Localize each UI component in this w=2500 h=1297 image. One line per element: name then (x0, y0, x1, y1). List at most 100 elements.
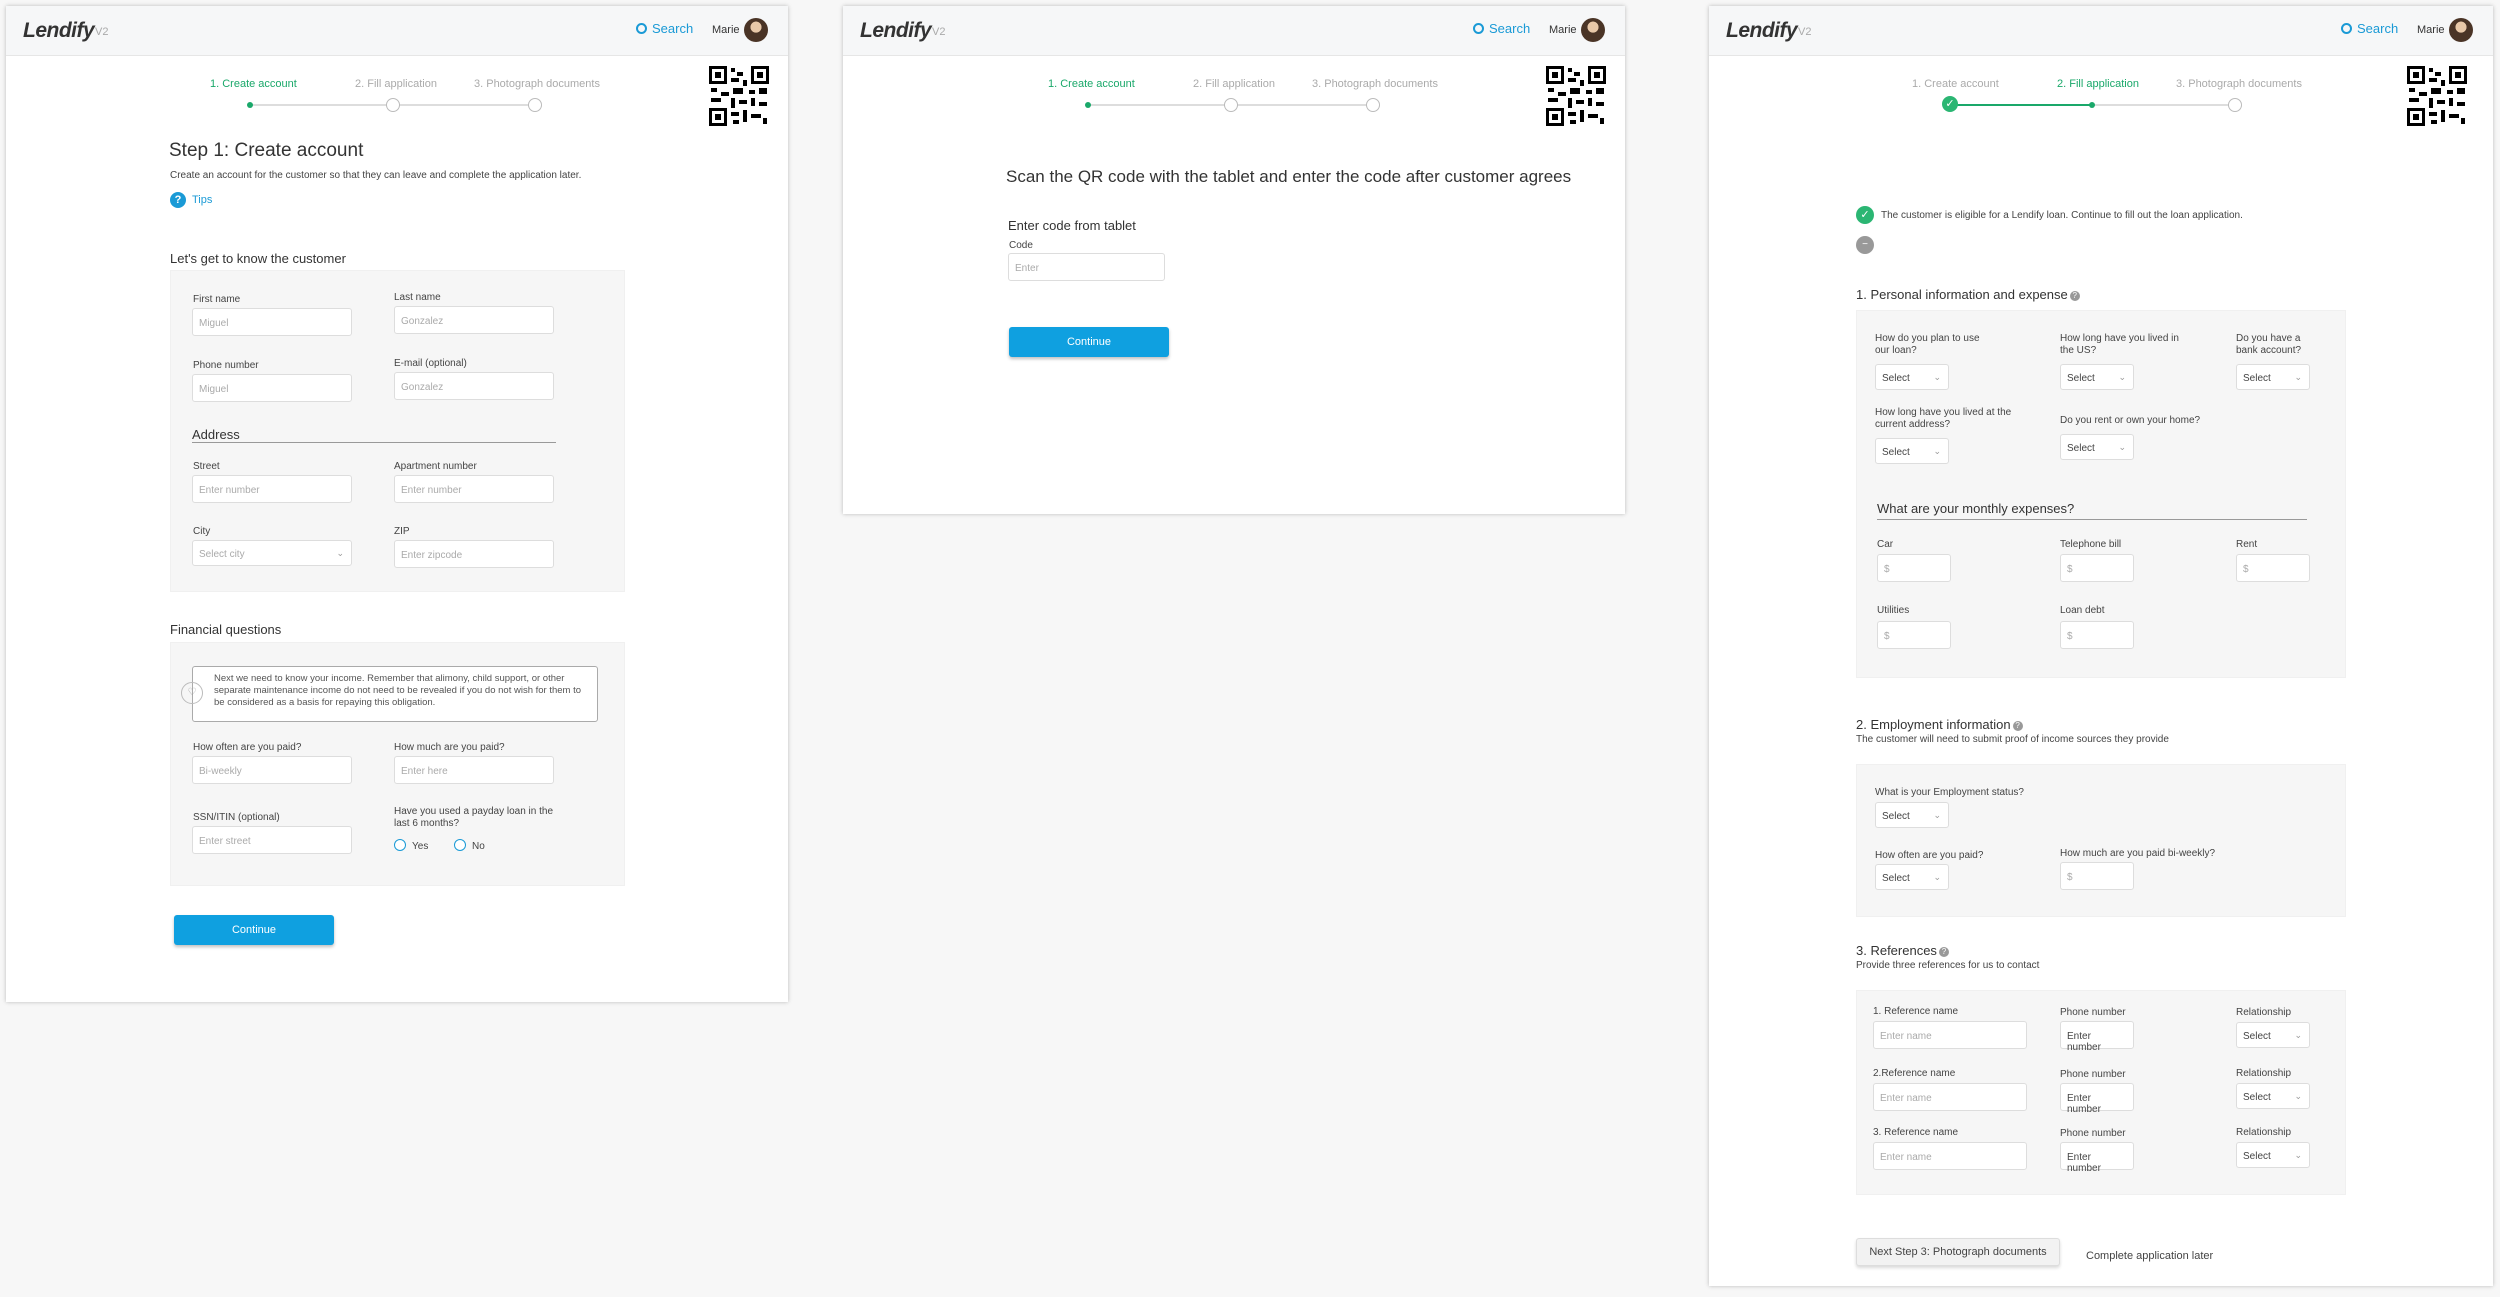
city-select[interactable]: Select city ⌄ (192, 540, 352, 566)
bank-account-select[interactable]: Select ⌄ (2236, 364, 2310, 390)
ssn-label: SSN/ITIN (optional) (193, 812, 280, 823)
rent-own-select[interactable]: Select ⌄ (2060, 434, 2134, 460)
loan-debt-field[interactable]: $ (2060, 621, 2134, 649)
reference-2-phone-label: Phone number (2060, 1069, 2126, 1080)
tips-link[interactable]: Tips (192, 194, 212, 206)
continue-button[interactable]: Continue (1009, 327, 1169, 357)
employment-status-select[interactable]: Select ⌄ (1875, 802, 1949, 828)
progress-line-done (1950, 104, 2092, 106)
car-label: Car (1877, 539, 1894, 550)
chevron-down-icon: ⌄ (1933, 446, 1941, 456)
step-3-label[interactable]: 3. Photograph documents (2176, 78, 2302, 90)
reference-2-name-field[interactable]: Enter name (1873, 1083, 2027, 1111)
no-label[interactable]: No (472, 841, 485, 853)
step-2-label[interactable]: 2. Fill application (355, 78, 437, 90)
phone-field[interactable]: Miguel (192, 374, 352, 402)
step-3-label[interactable]: 3. Photograph documents (1312, 78, 1438, 90)
last-name-label: Last name (394, 292, 441, 303)
search-button[interactable]: Search (1473, 21, 1530, 36)
help-icon[interactable]: ? (2069, 290, 2080, 301)
utilities-field[interactable]: $ (1877, 621, 1951, 649)
first-name-field[interactable]: Miguel (192, 308, 352, 336)
search-button[interactable]: Search (2341, 21, 2398, 36)
help-icon[interactable]: ? (2012, 720, 2023, 731)
continue-button[interactable]: Continue (174, 915, 334, 945)
avatar[interactable] (744, 18, 768, 42)
reference-1-relationship-select[interactable]: Select ⌄ (2236, 1022, 2310, 1048)
email-field[interactable]: Gonzalez (394, 372, 554, 400)
biweekly-pay-label: How much are you paid bi-weekly? (2060, 848, 2216, 859)
address-duration-select[interactable]: Select ⌄ (1875, 438, 1949, 464)
telephone-field[interactable]: $ (2060, 554, 2134, 582)
loan-debt-label: Loan debt (2060, 605, 2105, 616)
step-3-label[interactable]: 3. Photograph documents (474, 78, 600, 90)
complete-later-link[interactable]: Complete application later (2086, 1250, 2213, 1262)
address-divider (192, 442, 556, 443)
lendify-logo[interactable]: Lendify (860, 19, 932, 43)
next-step-button[interactable]: Next Step 3: Photograph documents (1856, 1238, 2060, 1266)
reference-3-label: 3. Reference name (1873, 1127, 1959, 1138)
code-field[interactable]: Enter (1008, 253, 1165, 281)
reference-3-phone-field[interactable]: Enter number (2060, 1142, 2134, 1174)
reference-3-name-field[interactable]: Enter name (1873, 1142, 2027, 1170)
step-2-dot (2089, 102, 2095, 108)
apartment-field[interactable]: Enter number (394, 475, 554, 503)
help-icon[interactable]: ? (1938, 946, 1949, 957)
step-2-label[interactable]: 2. Fill application (1193, 78, 1275, 90)
section-employment-title: 2. Employment information? (1856, 717, 2023, 732)
reference-3-relationship-select[interactable]: Select ⌄ (2236, 1142, 2310, 1168)
us-duration-select[interactable]: Select ⌄ (2060, 364, 2134, 390)
reference-2-label: 2.Reference name (1873, 1068, 1956, 1079)
zip-field[interactable]: Enter zipcode (394, 540, 554, 568)
address-title: Address (192, 427, 240, 442)
last-name-field[interactable]: Gonzalez (394, 306, 554, 334)
chevron-down-icon: ⌄ (2118, 372, 2126, 382)
pay-frequency-select[interactable]: Select ⌄ (1875, 864, 1949, 890)
biweekly-pay-field[interactable]: $ (2060, 862, 2134, 890)
avatar[interactable] (2449, 18, 2473, 42)
car-field[interactable]: $ (1877, 554, 1951, 582)
avatar[interactable] (1581, 18, 1605, 42)
step-1-label[interactable]: 1. Create account (1048, 78, 1135, 90)
step-1-label[interactable]: 1. Create account (1912, 78, 1999, 90)
yes-radio[interactable] (394, 839, 406, 851)
telephone-label: Telephone bill (2060, 539, 2122, 550)
us-duration-label: How long have you lived in the US? (2060, 333, 2179, 356)
step-1-label[interactable]: 1. Create account (210, 78, 297, 90)
reference-1-phone-field[interactable]: Enter number (2060, 1021, 2134, 1053)
version-label: V2 (1798, 26, 1812, 38)
step-1-dot (1085, 102, 1091, 108)
tips-icon[interactable]: ? (170, 192, 186, 208)
street-field[interactable]: Enter number (192, 475, 352, 503)
pay-amount-field[interactable]: Enter here (394, 756, 554, 784)
reference-2-phone-field[interactable]: Enter number (2060, 1083, 2134, 1115)
chevron-down-icon: ⌄ (336, 548, 344, 558)
lendify-logo[interactable]: Lendify (1726, 19, 1798, 43)
payday-loan-label: Have you used a payday loan in the last … (394, 806, 553, 829)
loan-use-select[interactable]: Select ⌄ (1875, 364, 1949, 390)
collapse-icon[interactable]: − (1856, 236, 1874, 254)
rent-field[interactable]: $ (2236, 554, 2310, 582)
references-subtitle: Provide three references for us to conta… (1856, 960, 2040, 971)
section-references-title: 3. References? (1856, 943, 1949, 958)
pay-frequency-label: How often are you paid? (1875, 850, 1984, 861)
address-duration-label: How long have you lived at the current a… (1875, 407, 2012, 430)
search-icon (636, 23, 647, 34)
step-2-label[interactable]: 2. Fill application (2057, 78, 2139, 90)
no-radio[interactable] (454, 839, 466, 851)
step-1-check-icon: ✓ (1942, 96, 1958, 112)
reference-2-relationship-select[interactable]: Select ⌄ (2236, 1083, 2310, 1109)
reference-3-relationship-label: Relationship (2236, 1127, 2292, 1138)
search-button[interactable]: Search (636, 21, 693, 36)
reference-1-relationship-label: Relationship (2236, 1007, 2292, 1018)
chevron-down-icon: ⌄ (2294, 1091, 2302, 1101)
lendify-logo[interactable]: Lendify (23, 19, 95, 43)
yes-label[interactable]: Yes (412, 841, 428, 853)
phone-label: Phone number (193, 360, 259, 371)
pay-frequency-field[interactable]: Bi-weekly (192, 756, 352, 784)
ssn-field[interactable]: Enter street (192, 826, 352, 854)
rent-label: Rent (2236, 539, 2258, 550)
reference-1-name-field[interactable]: Enter name (1873, 1021, 2027, 1049)
scan-instructions: Scan the QR code with the tablet and ent… (1006, 167, 1572, 186)
qr-code (709, 66, 769, 126)
